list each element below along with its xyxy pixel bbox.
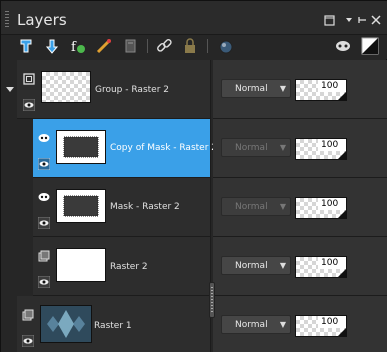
link-icon[interactable]	[155, 37, 173, 55]
dropdown-arrow-icon: ▼	[279, 320, 286, 329]
layer-name: Copy of Mask - Raster 2	[110, 143, 217, 153]
opacity-field[interactable]: 100	[295, 256, 347, 278]
panel-title: Layers	[17, 11, 67, 29]
blend-mode-value: Normal	[235, 202, 268, 212]
layer-properties-cell: Normal ▼ 100	[213, 119, 387, 178]
opacity-value: 100	[318, 257, 346, 269]
svg-text:f: f	[71, 40, 77, 55]
blend-mode-value: Normal	[235, 261, 268, 271]
blend-mode-value: Normal	[235, 84, 268, 94]
lock-icon[interactable]	[181, 37, 199, 55]
drag-grip-icon[interactable]	[5, 11, 9, 27]
title-bar: Layers	[1, 1, 387, 35]
layer-name-cell[interactable]: Mask - Raster 2	[33, 178, 211, 237]
visibility-eye-icon[interactable]	[37, 214, 51, 230]
opacity-corner-icon	[338, 92, 346, 100]
column-splitter-handle[interactable]	[209, 282, 215, 318]
layer-properties-cell: Normal ▼ 100	[213, 237, 387, 296]
new-raster-layer-icon[interactable]	[17, 37, 35, 55]
layer-properties-icon[interactable]	[95, 37, 113, 55]
layer-name: Raster 1	[94, 321, 132, 331]
layer-row-raster-1[interactable]: Raster 1 Normal ▼ 100	[1, 296, 387, 352]
opacity-field[interactable]: 100	[295, 79, 347, 101]
mask-layer-icon	[38, 129, 50, 142]
opacity-value: 100	[318, 316, 346, 328]
close-icon[interactable]	[370, 15, 382, 27]
layer-row-raster-2[interactable]: Raster 2 Normal ▼ 100	[1, 237, 387, 296]
opacity-field[interactable]: 100	[295, 315, 347, 337]
layer-row-mask-raster-2[interactable]: Mask - Raster 2 Normal ▼ 100	[1, 178, 387, 237]
highlight-icon[interactable]	[361, 37, 379, 55]
layers-list: Group - Raster 2 Normal ▼ 100 Copy of Ma…	[1, 60, 387, 352]
delete-layer-icon[interactable]	[121, 37, 139, 55]
menu-arrow-icon[interactable]	[343, 15, 355, 27]
blend-mode-dropdown[interactable]: Normal ▼	[221, 315, 291, 334]
blend-mode-value: Normal	[235, 320, 268, 330]
restore-icon[interactable]	[323, 15, 335, 27]
blend-mode-dropdown[interactable]: Normal ▼	[221, 197, 291, 216]
layer-thumbnail	[40, 305, 92, 343]
blend-mode-dropdown[interactable]: Normal ▼	[221, 138, 291, 157]
raster-layer-icon	[38, 247, 50, 262]
mask-layer-icon	[38, 188, 50, 201]
layer-thumbnail	[56, 189, 106, 223]
dropdown-arrow-icon: ▼	[279, 84, 286, 93]
visibility-eye-icon[interactable]	[37, 273, 51, 289]
opacity-field[interactable]: 100	[295, 197, 347, 219]
layer-name-cell[interactable]: Raster 1	[17, 296, 211, 352]
raster-layer-icon	[22, 306, 34, 321]
opacity-value: 100	[318, 198, 346, 210]
pin-icon[interactable]	[356, 15, 368, 27]
new-adjustment-layer-icon[interactable]: f	[69, 37, 87, 55]
toolbar-separator	[147, 39, 148, 53]
opacity-corner-icon	[338, 269, 346, 277]
collapse-arrow-icon[interactable]	[6, 87, 14, 92]
layer-thumbnail	[56, 130, 106, 164]
layer-properties-cell: Normal ▼ 100	[213, 178, 387, 237]
opacity-corner-icon	[338, 151, 346, 159]
dropdown-arrow-icon: ▼	[279, 202, 286, 211]
blend-mode-value: Normal	[235, 143, 268, 153]
blend-mode-dropdown[interactable]: Normal ▼	[221, 79, 291, 98]
new-vector-layer-icon[interactable]	[43, 37, 61, 55]
opacity-field[interactable]: 100	[295, 138, 347, 160]
splitter-grip-icon	[211, 287, 213, 313]
layer-properties-cell: Normal ▼ 100	[213, 60, 387, 119]
layer-thumbnail	[41, 71, 91, 103]
layer-name: Group - Raster 2	[95, 85, 169, 95]
visibility-eye-icon[interactable]	[21, 332, 35, 348]
layers-toolbar: f	[1, 35, 387, 59]
layer-name: Mask - Raster 2	[110, 202, 180, 212]
mask-visibility-icon[interactable]	[334, 37, 352, 55]
dropdown-arrow-icon: ▼	[279, 261, 286, 270]
layer-name-cell[interactable]: Copy of Mask - Raster 2	[33, 119, 217, 178]
layer-row-copy-of-mask[interactable]: Copy of Mask - Raster 2 Normal ▼ 100	[1, 119, 387, 178]
visibility-eye-icon[interactable]	[22, 96, 36, 112]
layer-name-cell[interactable]: Group - Raster 2	[17, 60, 211, 119]
group-layer-icon	[23, 70, 35, 85]
opacity-value: 100	[318, 80, 346, 92]
layer-properties-cell: Normal ▼ 100	[213, 296, 387, 352]
layer-thumbnail	[56, 248, 106, 282]
layer-name-cell[interactable]: Raster 2	[33, 237, 211, 296]
opacity-corner-icon	[338, 210, 346, 218]
opacity-corner-icon	[338, 328, 346, 336]
toolbar-separator	[207, 39, 208, 53]
blend-mode-dropdown[interactable]: Normal ▼	[221, 256, 291, 275]
dropdown-arrow-icon: ▼	[279, 143, 286, 152]
layer-name: Raster 2	[110, 262, 148, 272]
opacity-value: 100	[318, 139, 346, 151]
layers-panel: Layers f Group - Raster 2 Normal ▼ 100 C…	[0, 0, 387, 352]
layer-row-group-raster-2[interactable]: Group - Raster 2 Normal ▼ 100	[1, 60, 387, 119]
render-icon[interactable]	[217, 37, 235, 55]
visibility-eye-icon[interactable]	[37, 155, 51, 171]
